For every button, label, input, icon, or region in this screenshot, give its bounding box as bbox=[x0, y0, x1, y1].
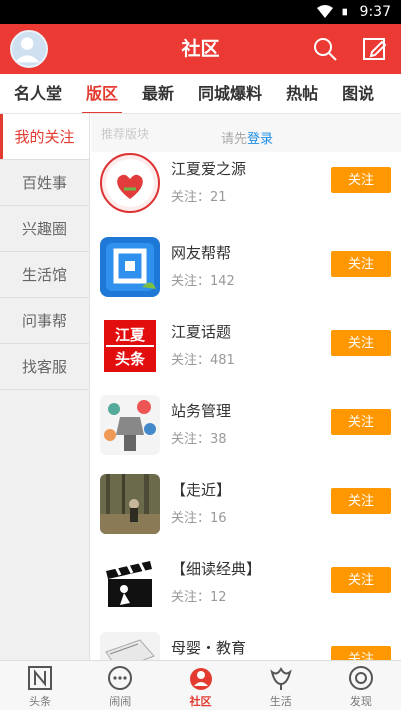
nav-chat[interactable]: 闹闹 bbox=[80, 661, 160, 710]
sidebar-item-people-affairs[interactable]: 百姓事 bbox=[0, 160, 89, 206]
chat-bubble-icon bbox=[108, 666, 133, 690]
list-item[interactable]: 江夏爱之源 关注：21 关注 bbox=[91, 144, 401, 222]
follow-button[interactable]: 关注 bbox=[331, 488, 391, 514]
follower-count: 关注：12 bbox=[171, 590, 227, 605]
tab-latest[interactable]: 最新 bbox=[130, 74, 186, 113]
follower-count: 关注：481 bbox=[171, 353, 235, 368]
forum-thumbnail bbox=[100, 153, 160, 213]
follow-button[interactable]: 关注 bbox=[331, 167, 391, 193]
sidebar-item-ask-help[interactable]: 问事帮 bbox=[0, 298, 89, 344]
forum-thumbnail: 江夏 头条 bbox=[100, 316, 160, 376]
forum-thumbnail bbox=[100, 237, 160, 297]
list-item[interactable]: 【走近】 关注：16 关注 bbox=[91, 465, 401, 543]
nav-life[interactable]: 生活 bbox=[241, 661, 321, 710]
list-item[interactable]: 【细读经典】 关注：12 关注 bbox=[91, 544, 401, 622]
list-item[interactable]: 母婴・教育 关注 bbox=[91, 623, 401, 660]
forum-name: 江夏话题 bbox=[171, 323, 232, 341]
nav-label: 发现 bbox=[349, 695, 372, 708]
forum-thumbnail bbox=[100, 395, 160, 455]
nav-community[interactable]: 社区 bbox=[160, 661, 240, 710]
nav-label: 头条 bbox=[29, 695, 52, 708]
tab-hall-of-fame[interactable]: 名人堂 bbox=[0, 74, 74, 113]
follower-count: 关注：16 bbox=[171, 511, 227, 526]
nav-label: 闹闹 bbox=[109, 695, 132, 708]
status-time: 9:37 bbox=[359, 4, 391, 20]
battery-icon bbox=[342, 8, 347, 16]
sidebar-item-life-hall[interactable]: 生活馆 bbox=[0, 252, 89, 298]
follower-count: 关注：21 bbox=[171, 190, 227, 205]
follow-button[interactable]: 关注 bbox=[331, 567, 391, 593]
sidebar-item-customer-service[interactable]: 找客服 bbox=[0, 344, 89, 390]
forum-name: 站务管理 bbox=[171, 402, 232, 420]
page-title: 社区 bbox=[181, 38, 220, 60]
forum-name: 母婴・教育 bbox=[171, 639, 247, 657]
tab-local-news[interactable]: 同城爆料 bbox=[186, 74, 274, 113]
sidebar-item-my-follows[interactable]: 我的关注 bbox=[0, 114, 89, 160]
forum-name: 【细读经典】 bbox=[171, 560, 262, 578]
list-item[interactable]: 站务管理 关注：38 关注 bbox=[91, 386, 401, 464]
forum-name: 【走近】 bbox=[171, 481, 232, 499]
sidebar-item-interest-circle[interactable]: 兴趣圈 bbox=[0, 206, 89, 252]
thumb-text-jiangxia: 江夏 bbox=[115, 326, 146, 344]
follower-count: 关注：142 bbox=[171, 274, 235, 289]
notice-ghost-text: 推荐版块 bbox=[101, 127, 150, 141]
wifi-icon bbox=[316, 5, 333, 18]
app-header: 社区 bbox=[0, 24, 401, 74]
sidebar: 我的关注 百姓事 兴趣圈 生活馆 问事帮 找客服 bbox=[0, 114, 90, 660]
category-tabs: 名人堂 版区 最新 同城爆料 热帖 图说 bbox=[0, 74, 401, 114]
tulip-icon bbox=[270, 666, 292, 690]
list-item[interactable]: 网友帮帮 关注：142 关注 bbox=[91, 228, 401, 306]
forum-name: 江夏爱之源 bbox=[171, 160, 247, 178]
follow-button[interactable]: 关注 bbox=[331, 409, 391, 435]
nav-headlines[interactable]: 头条 bbox=[0, 661, 80, 710]
bottom-navigation: 头条 闹闹 社区 生活 发现 bbox=[0, 660, 401, 710]
discover-icon bbox=[348, 666, 373, 690]
follow-button[interactable]: 关注 bbox=[331, 251, 391, 277]
list-item[interactable]: 江夏 头条 江夏话题 关注：481 关注 bbox=[91, 307, 401, 385]
forum-thumbnail bbox=[100, 632, 160, 660]
forum-thumbnail bbox=[100, 474, 160, 534]
compose-icon[interactable] bbox=[362, 36, 388, 62]
nav-label: 生活 bbox=[269, 695, 292, 708]
community-icon bbox=[189, 668, 212, 690]
news-icon bbox=[28, 666, 53, 690]
follower-count: 关注：38 bbox=[171, 432, 227, 447]
follow-button[interactable]: 关注 bbox=[331, 646, 391, 660]
tab-hot-posts[interactable]: 热帖 bbox=[274, 74, 330, 113]
tab-photo-talk[interactable]: 图说 bbox=[330, 74, 386, 113]
nav-discover[interactable]: 发现 bbox=[321, 661, 401, 710]
forum-thumbnail bbox=[100, 553, 160, 613]
thumb-text-headline: 头条 bbox=[115, 350, 146, 368]
follow-button[interactable]: 关注 bbox=[331, 330, 391, 356]
tab-forums[interactable]: 版区 bbox=[74, 74, 130, 113]
status-bar: 9:37 bbox=[0, 0, 401, 24]
search-icon[interactable] bbox=[312, 36, 338, 62]
forum-name: 网友帮帮 bbox=[171, 244, 232, 262]
nav-label: 社区 bbox=[189, 695, 212, 708]
forum-list: 推荐版块 请先登录 江夏爱之源 关注：21 关注 网友帮帮 关注：142 关注 … bbox=[91, 114, 401, 660]
